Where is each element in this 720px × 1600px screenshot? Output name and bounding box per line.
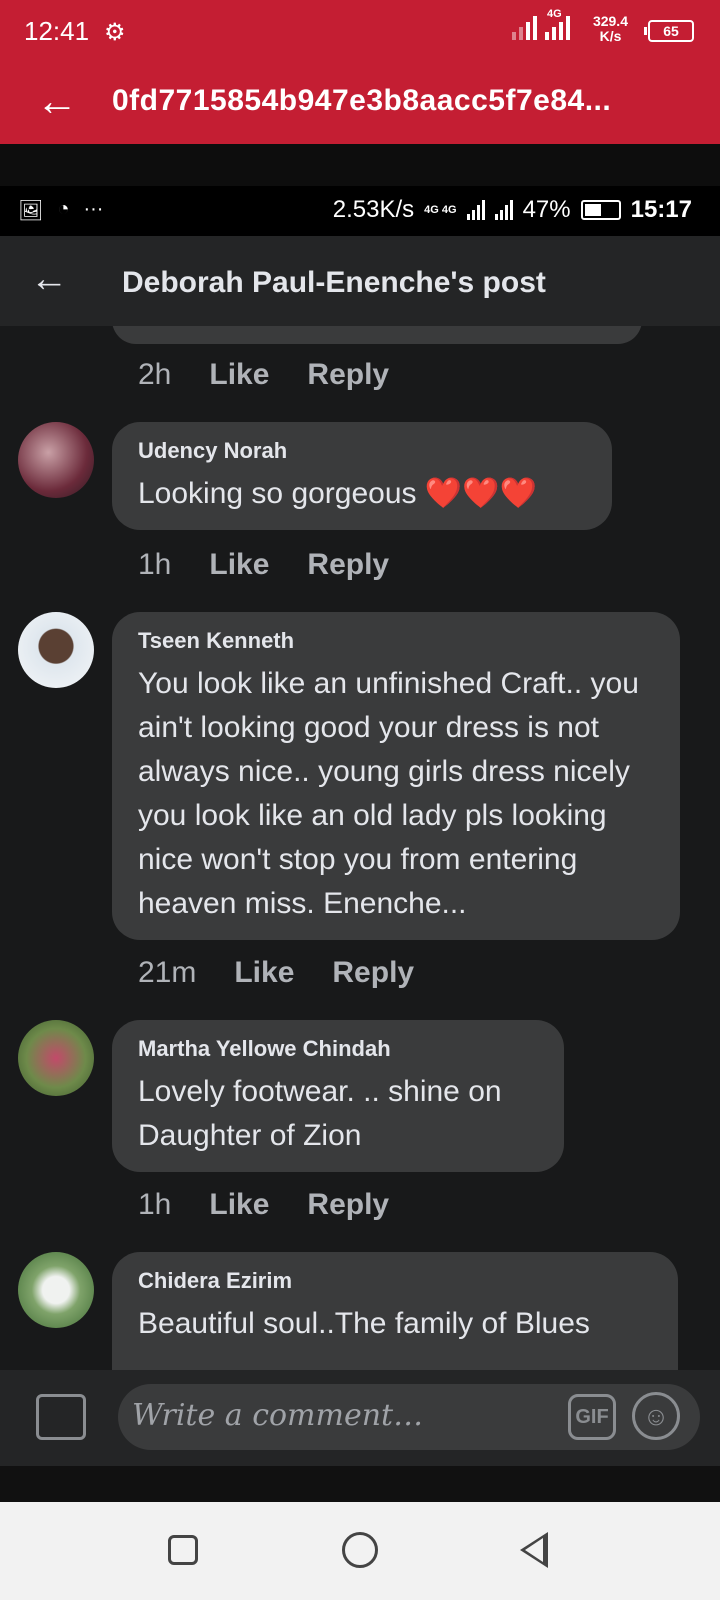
comment-author[interactable]: Tseen Kenneth [138, 628, 654, 654]
whatsapp-icon: ◔ [57, 198, 70, 220]
previous-comment-bubble [112, 326, 642, 344]
inner-signal-icon-2 [494, 200, 513, 220]
net-speed: 329.4 K/s [593, 14, 628, 44]
comment-text: Looking so gorgeous ❤️❤️❤️ [138, 477, 537, 510]
inner-signal-icon-1 [466, 200, 485, 220]
app-bar: ← 0fd7715854b947e3b8aacc5f7e84... [0, 60, 720, 144]
comment-text: Beautiful soul..The family of Blues [138, 1307, 590, 1340]
comment-bubble[interactable]: Martha Yellowe Chindah Lovely footwear. … [112, 1020, 564, 1172]
comment-meta: 2h Like Reply [138, 358, 389, 392]
inner-time: 15:17 [630, 196, 692, 223]
avatar[interactable] [18, 1020, 94, 1096]
comment-meta: 21m Like Reply [138, 956, 414, 990]
emoji-icon[interactable]: ☺ [632, 1392, 680, 1440]
comment-bubble[interactable]: Tseen Kenneth You look like an unfinishe… [112, 612, 680, 940]
signal-strength-icon [512, 14, 537, 40]
net-speed-value: 329.4 [592, 13, 628, 29]
gif-icon[interactable]: GIF [568, 1394, 616, 1440]
comments-feed[interactable]: 2h Like Reply Udency Norah Looking so go… [0, 326, 720, 1370]
like-button[interactable]: Like [209, 548, 269, 582]
back-icon[interactable] [520, 1532, 548, 1568]
comment-time: 2h [138, 358, 172, 391]
reply-button[interactable]: Reply [307, 1188, 389, 1222]
bottom-spacer [0, 1466, 720, 1502]
battery-icon: 65 [644, 20, 694, 42]
comment-bubble[interactable]: Chidera Ezirim Beautiful soul..The famil… [112, 1252, 678, 1370]
system-nav-bar [0, 1502, 720, 1600]
comment-meta: 1h Like Reply [138, 1188, 389, 1222]
battery-level: 65 [663, 23, 679, 39]
net-speed-unit: K/s [599, 28, 622, 44]
comment-text: Lovely footwear. .. shine on Daughter of… [138, 1075, 502, 1152]
comment-input[interactable]: Write a comment… GIF ☺ [118, 1384, 700, 1450]
comment-bubble[interactable]: Udency Norah Looking so gorgeous ❤️❤️❤️ [112, 422, 612, 530]
signal-icons: 4G [512, 8, 570, 40]
notification-icons: 🖼 ◔ ··· [18, 198, 103, 223]
comment-placeholder: Write a comment… [132, 1398, 424, 1433]
comment-time: 1h [138, 548, 172, 581]
post-title: Deborah Paul-Enenche's post [122, 266, 546, 299]
inner-net-type: 4G 4G [424, 204, 457, 216]
back-arrow-icon[interactable]: ← [30, 258, 68, 301]
inner-battery-percent: 47% [522, 196, 571, 223]
comment-author[interactable]: Martha Yellowe Chindah [138, 1036, 538, 1062]
network-type-label: 4G [547, 8, 562, 20]
comment-text: You look like an unfinished Craft.. you … [138, 667, 639, 920]
app-bar-title: 0fd7715854b947e3b8aacc5f7e84... [112, 84, 612, 117]
back-arrow-icon[interactable]: ← [36, 80, 78, 122]
comment-time: 1h [138, 1188, 172, 1221]
signal-4g-icon: 4G [545, 8, 570, 40]
outer-status-bar: 12:41 ⚙ 4G 329.4 K/s 65 [0, 0, 720, 60]
more-icon: ··· [83, 198, 104, 220]
comment-meta: 1h Like Reply [138, 548, 389, 582]
reply-button[interactable]: Reply [307, 358, 389, 392]
post-header: ← Deborah Paul-Enenche's post [0, 236, 720, 326]
comment-time: 21m [138, 956, 197, 989]
image-icon: 🖼 [18, 200, 44, 222]
avatar[interactable] [18, 612, 94, 688]
reply-button[interactable]: Reply [307, 548, 389, 582]
like-button[interactable]: Like [209, 1188, 269, 1222]
inner-battery-icon [580, 200, 621, 220]
avatar[interactable] [18, 1252, 94, 1328]
inner-net-speed: 2.53K/s [332, 196, 415, 223]
like-button[interactable]: Like [234, 956, 294, 990]
inner-status-right: 2.53K/s 4G 4G 47% 15:17 [333, 196, 692, 224]
spacer-band [0, 144, 720, 186]
comment-author[interactable]: Udency Norah [138, 438, 586, 464]
home-icon[interactable] [342, 1532, 378, 1568]
comment-author[interactable]: Chidera Ezirim [138, 1268, 652, 1294]
inner-status-bar: 🖼 ◔ ··· 2.53K/s 4G 4G 47% 15:17 [0, 186, 720, 236]
recents-icon[interactable] [168, 1535, 198, 1565]
like-button[interactable]: Like [209, 358, 269, 392]
comment-composer: Write a comment… GIF ☺ [0, 1370, 720, 1466]
avatar[interactable] [18, 422, 94, 498]
reply-button[interactable]: Reply [332, 956, 414, 990]
gear-icon: ⚙ [104, 19, 126, 46]
status-time: 12:41 [24, 16, 90, 46]
photo-icon[interactable] [36, 1394, 86, 1440]
